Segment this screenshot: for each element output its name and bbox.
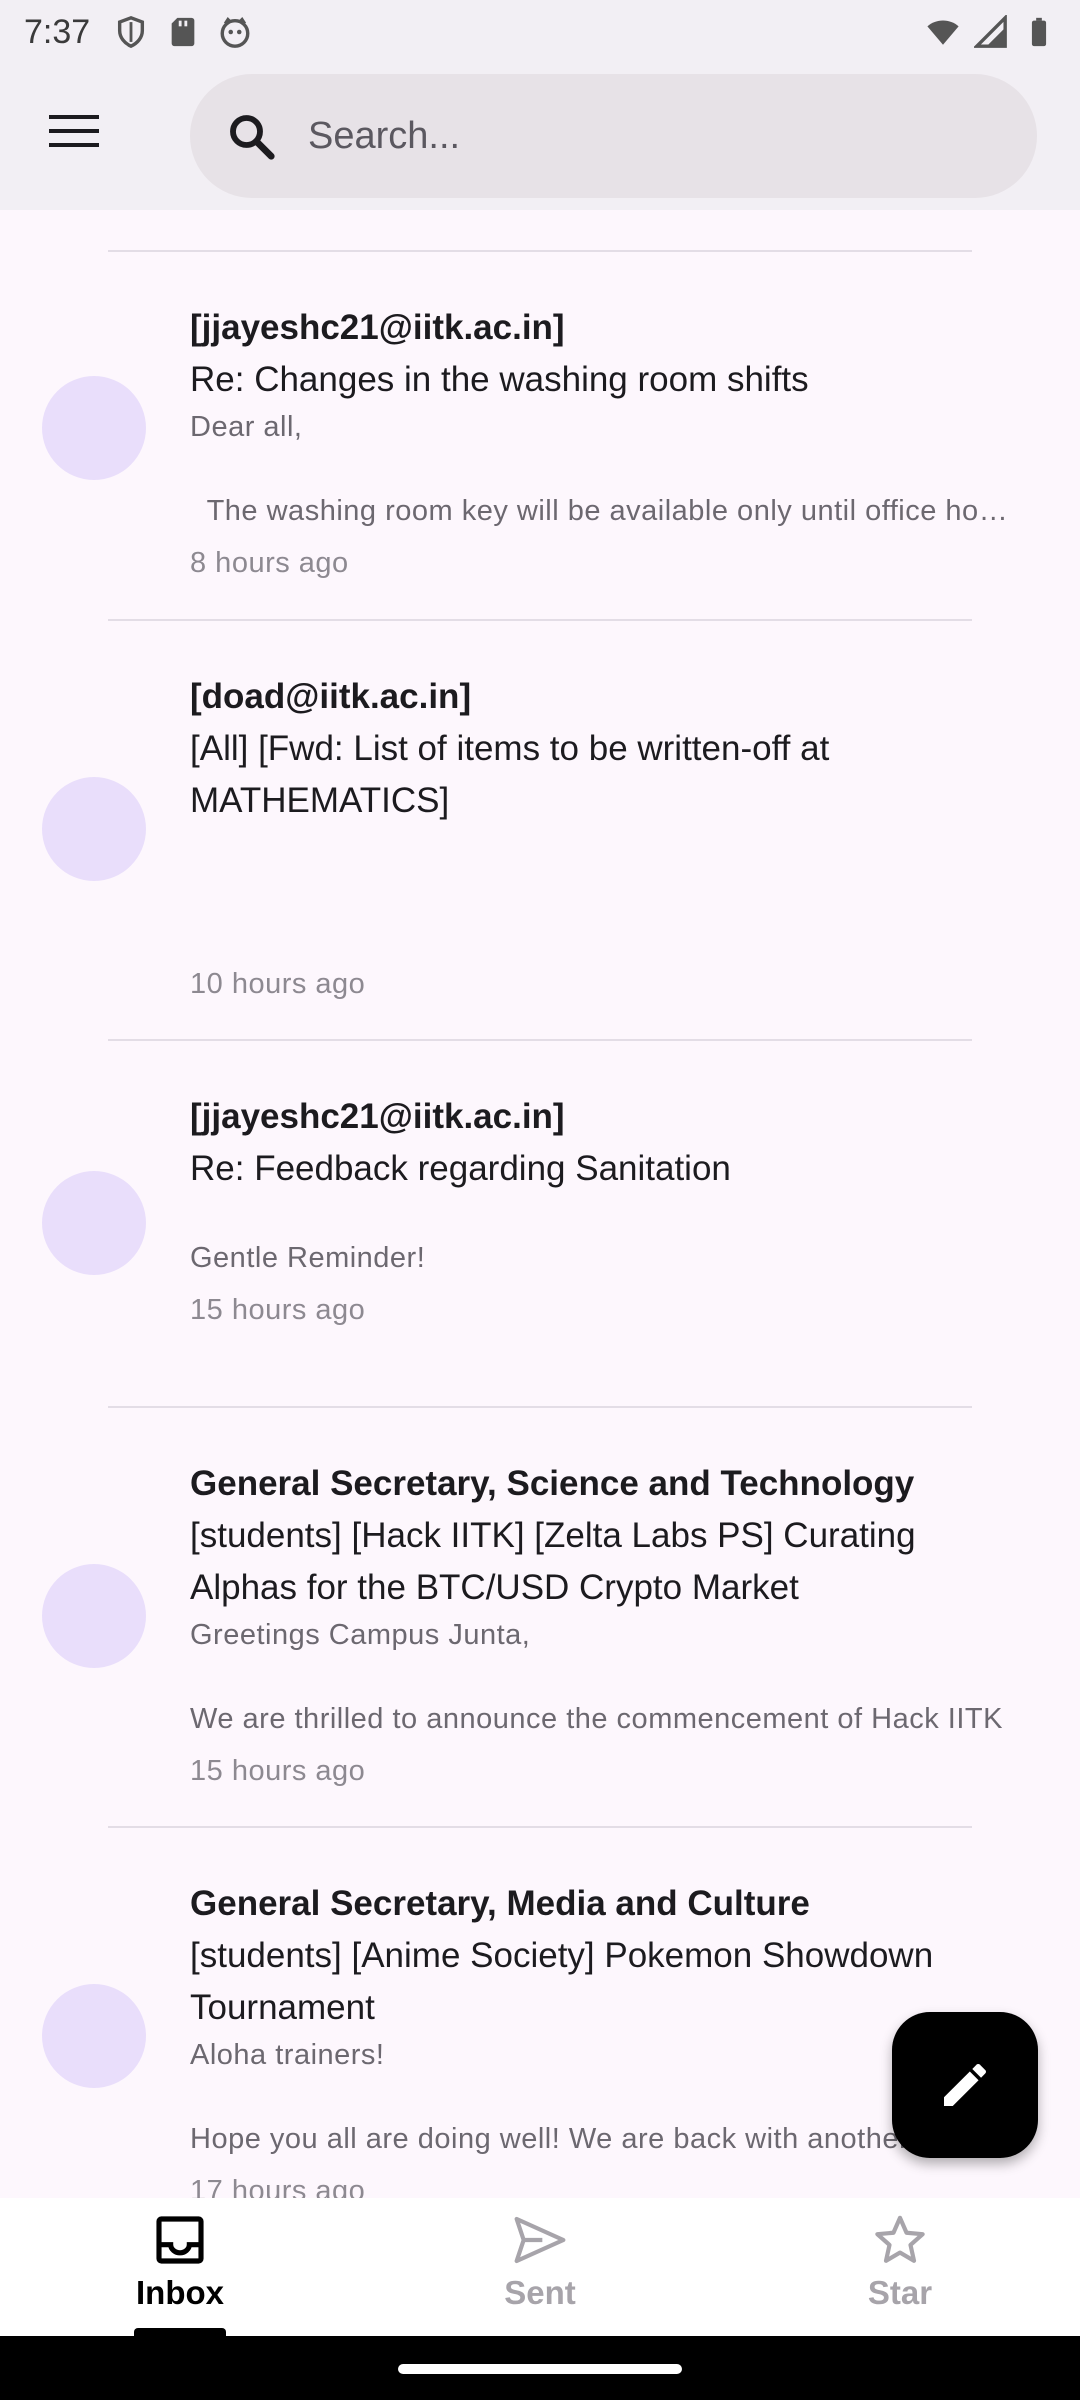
menu-button[interactable] <box>30 99 118 163</box>
email-preview: Gentle Reminder! <box>190 1195 1020 1279</box>
email-content: [jjayeshc21@iitk.ac.in] Re: Feedback reg… <box>190 1091 1020 1331</box>
email-subject: Re: Feedback regarding Sanitation <box>190 1149 731 1188</box>
email-subject: Re: Changes in the washing room shifts <box>190 360 809 399</box>
app-bar <box>0 64 1080 210</box>
email-item[interactable]: [doad@iitk.ac.in] [All] [Fwd: List of it… <box>0 621 1080 1039</box>
inbox-icon <box>156 2216 204 2264</box>
nav-sent-label: Sent <box>504 2274 576 2311</box>
email-time: 10 hours ago <box>190 968 366 1000</box>
sd-card-icon <box>171 17 195 47</box>
avatar <box>42 376 146 480</box>
avatar <box>42 1564 146 1668</box>
battery-icon <box>1031 17 1047 47</box>
shield-icon <box>118 16 145 49</box>
active-tab-indicator <box>134 2328 226 2336</box>
email-sender: [doad@iitk.ac.in] <box>190 677 472 716</box>
compose-button[interactable] <box>892 2012 1038 2158</box>
email-preview: Dear all, The washing room key will be a… <box>190 406 1020 532</box>
star-icon <box>875 2215 925 2263</box>
home-gesture-handle[interactable] <box>398 2364 682 2374</box>
email-preview-line: Greetings Campus Junta, <box>190 1619 531 1651</box>
email-preview: Greetings Campus Junta, We are thrilled … <box>190 1614 1020 1740</box>
email-time: 17 hours ago <box>190 2175 366 2198</box>
email-subject: [students] [Hack IITK] [Zelta Labs PS] C… <box>190 1516 916 1607</box>
search-input[interactable] <box>308 114 948 158</box>
email-preview-line: The washing room key will be available o… <box>190 495 1020 527</box>
nav-inbox-label: Inbox <box>136 2274 224 2311</box>
system-gesture-bar <box>0 2336 1080 2400</box>
nav-star-label: Star <box>867 2274 933 2311</box>
email-subject: [students] [Anime Society] Pokemon Showd… <box>190 1936 934 2027</box>
email-time: 8 hours ago <box>190 547 349 579</box>
signal-icon <box>974 15 1007 48</box>
email-item[interactable]: [jjayeshc21@iitk.ac.in] Re: Changes in t… <box>0 252 1080 620</box>
search-bar[interactable] <box>190 74 1037 198</box>
wifi-icon <box>927 20 959 45</box>
status-bar: 7:37 <box>0 0 1080 64</box>
email-item[interactable]: [jjayeshc21@iitk.ac.in] Re: Feedback reg… <box>0 1041 1080 1407</box>
send-icon <box>514 2216 566 2264</box>
search-icon <box>230 115 275 160</box>
avatar <box>42 1984 146 2088</box>
status-time: 7:37 <box>24 12 91 51</box>
email-sender: General Secretary, Media and Culture <box>190 1884 810 1923</box>
email-time: 15 hours ago <box>190 1755 366 1787</box>
email-item[interactable]: General Secretary, Science and Technolog… <box>0 1408 1080 1828</box>
email-preview-line: Dear all, <box>190 411 303 443</box>
email-list[interactable]: [jjayeshc21@iitk.ac.in] Re: Changes in t… <box>0 210 1080 2198</box>
email-sender: General Secretary, Science and Technolog… <box>190 1464 915 1503</box>
nav-inbox[interactable]: Inbox <box>0 2198 360 2336</box>
email-preview-line: We are thrilled to announce the commence… <box>190 1703 1003 1735</box>
email-time: 15 hours ago <box>190 1294 366 1326</box>
email-content: [jjayeshc21@iitk.ac.in] Re: Changes in t… <box>190 302 1020 584</box>
email-content: General Secretary, Science and Technolog… <box>190 1458 1020 1792</box>
bottom-navigation: Inbox Sent Star <box>0 2198 1080 2336</box>
nav-star[interactable]: Star <box>720 2198 1080 2336</box>
status-icons-right <box>926 15 1056 49</box>
email-content: [doad@iitk.ac.in] [All] [Fwd: List of it… <box>190 671 1020 1005</box>
status-icons-left <box>114 15 252 49</box>
avatar <box>42 777 146 881</box>
email-preview <box>190 827 1020 953</box>
nav-sent[interactable]: Sent <box>360 2198 720 2336</box>
pencil-icon <box>944 2063 987 2106</box>
email-sender: [jjayeshc21@iitk.ac.in] <box>190 1097 565 1136</box>
email-subject: [All] [Fwd: List of items to be written-… <box>190 729 830 820</box>
avatar <box>42 1171 146 1275</box>
email-preview-line: Gentle Reminder! <box>190 1242 426 1274</box>
email-preview-line <box>190 1195 1020 1237</box>
cat-face-icon <box>220 17 250 48</box>
hamburger-menu-icon <box>49 115 99 147</box>
email-sender: [jjayeshc21@iitk.ac.in] <box>190 308 565 347</box>
